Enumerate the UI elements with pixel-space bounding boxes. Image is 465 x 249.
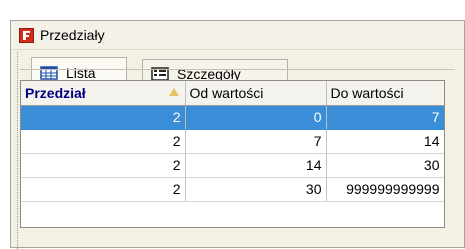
cell-do-wartosci[interactable]: 999999999999 — [326, 177, 444, 202]
sort-ascending-icon — [168, 88, 179, 96]
cell-od-wartosci[interactable]: 14 — [185, 153, 327, 178]
cell-przedzial[interactable]: 2 — [21, 105, 186, 130]
table-icon — [40, 65, 58, 80]
table-row[interactable]: 2 7 14 — [21, 129, 444, 154]
cell-do-wartosci[interactable]: 14 — [326, 129, 444, 154]
header-row: Przedział Od wartości Do wartości — [21, 81, 444, 106]
tab-strip-divider — [20, 69, 455, 70]
cell-przedzial[interactable]: 2 — [21, 177, 186, 202]
cell-do-wartosci[interactable]: 7 — [326, 105, 444, 130]
table-row[interactable]: 2 14 30 — [21, 153, 444, 178]
ranges-table: Przedział Od wartości Do wartości 2 0 7 … — [21, 81, 444, 202]
column-header-od-wartosci[interactable]: Od wartości — [185, 81, 327, 106]
cell-do-wartosci[interactable]: 30 — [326, 153, 444, 178]
table-row[interactable]: 2 30 999999999999 — [21, 177, 444, 202]
cell-od-wartosci[interactable]: 0 — [185, 105, 327, 130]
data-grid[interactable]: Przedział Od wartości Do wartości 2 0 7 … — [20, 80, 445, 228]
app-logo-icon — [19, 28, 34, 43]
column-header-przedzial[interactable]: Przedział — [21, 81, 186, 106]
left-rail — [11, 52, 18, 249]
cell-od-wartosci[interactable]: 30 — [185, 177, 327, 202]
title-bar: Przedziały — [11, 21, 464, 50]
table-row[interactable]: 2 0 7 — [21, 105, 444, 130]
cell-przedzial[interactable]: 2 — [21, 129, 186, 154]
cell-przedzial[interactable]: 2 — [21, 153, 186, 178]
cell-od-wartosci[interactable]: 7 — [185, 129, 327, 154]
column-header-do-wartosci[interactable]: Do wartości — [326, 81, 444, 106]
tab-lista-label: Lista — [66, 64, 96, 81]
window-title: Przedziały — [40, 27, 105, 43]
